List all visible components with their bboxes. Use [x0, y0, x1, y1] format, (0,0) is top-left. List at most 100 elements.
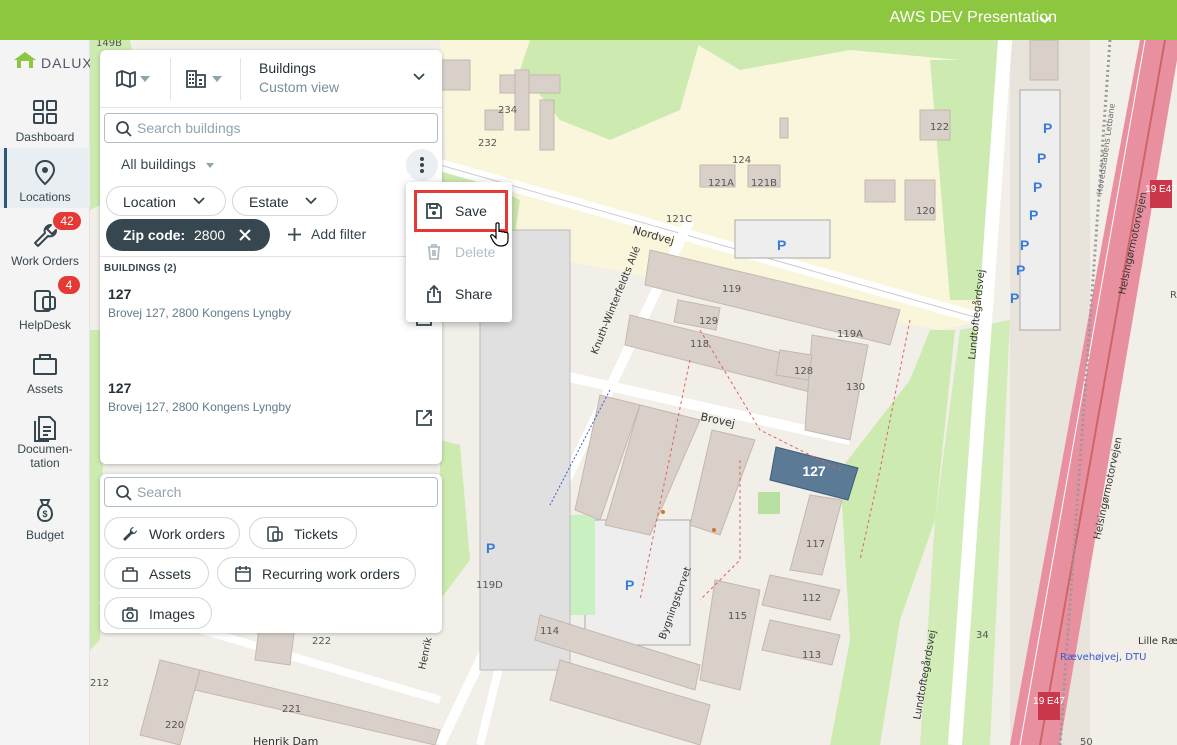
assets-button[interactable]: Assets: [104, 557, 209, 589]
caret-down-icon: [140, 76, 150, 82]
trash-icon: [428, 244, 440, 260]
svg-text:122: 122: [930, 122, 949, 133]
recurring-work-orders-label: Recurring work orders: [262, 566, 400, 582]
house-logo-icon: [14, 52, 36, 68]
map-icon: [116, 70, 136, 88]
nav-item-assets[interactable]: Assets: [0, 340, 90, 400]
svg-text:119D: 119D: [476, 580, 503, 591]
nav-label-documentation: Documen-tation: [17, 442, 73, 470]
map-view-toggle[interactable]: [110, 50, 160, 108]
side-navigation: DALUX Dashboard Locations 42 Work Orders…: [0, 40, 92, 745]
images-label: Images: [149, 606, 195, 622]
location-filter-chip[interactable]: Location: [106, 186, 226, 216]
nav-item-budget[interactable]: $ Budget: [0, 486, 90, 546]
svg-text:P: P: [486, 540, 495, 556]
svg-text:114: 114: [540, 626, 559, 637]
building-title: 127: [108, 380, 132, 396]
nav-label-locations: Locations: [19, 190, 71, 204]
work-orders-button[interactable]: Work orders: [104, 517, 240, 549]
svg-text:34: 34: [976, 630, 989, 641]
svg-text:117: 117: [806, 539, 825, 550]
tickets-label: Tickets: [294, 526, 338, 542]
svg-text:50: 50: [1080, 737, 1093, 745]
share-menu-item[interactable]: Share: [406, 274, 512, 314]
view-options-menu: Save Delete Share: [406, 182, 512, 322]
chevron-down-icon: [413, 73, 425, 81]
nav-item-documentation[interactable]: Documen-tation: [0, 404, 90, 476]
assets-icon: [33, 354, 57, 375]
caret-down-icon: [212, 76, 222, 82]
road-shield-label-1: 19 E47: [1145, 184, 1177, 195]
selected-building-label[interactable]: 127: [802, 463, 826, 479]
more-options-button[interactable]: [406, 149, 438, 181]
svg-text:P: P: [1037, 150, 1046, 166]
tickets-icon: [267, 526, 283, 542]
svg-text:119A: 119A: [837, 329, 863, 340]
list-item[interactable]: 127 Brovej 127, 2800 Kongens Lyngby: [100, 380, 442, 474]
images-button[interactable]: Images: [104, 597, 212, 629]
svg-text:221: 221: [282, 704, 301, 715]
organization-name[interactable]: AWS DEV Presentation: [890, 9, 1057, 27]
zip-code-filter-value: 2800: [194, 227, 226, 243]
chevron-down-icon[interactable]: [1037, 12, 1053, 28]
top-bar: AWS DEV Presentation: [0, 0, 1177, 40]
estate-filter-chip[interactable]: Estate: [232, 186, 338, 216]
helpdesk-badge: 4: [58, 276, 80, 294]
zip-code-filter-name: Zip code:: [123, 227, 186, 243]
divider: [240, 58, 241, 100]
svg-text:121A: 121A: [708, 178, 734, 189]
dalux-logo[interactable]: DALUX: [12, 50, 92, 74]
global-search-field[interactable]: [104, 477, 438, 507]
svg-text:P: P: [1020, 237, 1029, 253]
close-icon[interactable]: [238, 228, 252, 242]
map-label-lille: Lille Ræv: [1138, 636, 1177, 647]
nav-item-dashboard[interactable]: Dashboard: [0, 88, 90, 148]
building-icon: [186, 70, 206, 88]
building-address: Brovej 127, 2800 Kongens Lyngby: [108, 400, 292, 414]
recurring-work-orders-button[interactable]: Recurring work orders: [217, 557, 416, 589]
svg-text:119: 119: [722, 284, 741, 295]
caret-down-icon[interactable]: [205, 160, 215, 170]
money-bag-icon: $: [37, 499, 53, 523]
svg-text:128: 128: [794, 366, 813, 377]
svg-text:P: P: [1043, 120, 1052, 136]
svg-text:234: 234: [498, 105, 517, 116]
svg-text:113: 113: [802, 650, 821, 661]
kebab-icon: [420, 157, 424, 173]
wrench-icon: [123, 526, 138, 541]
hand-cursor-icon: [490, 222, 509, 247]
open-external-icon[interactable]: [414, 408, 434, 428]
dashboard-icon: [33, 100, 57, 124]
list-item[interactable]: 127 Brovej 127, 2800 Kongens Lyngby: [100, 286, 442, 380]
divider: [170, 58, 171, 100]
nav-item-helpdesk[interactable]: 4 HelpDesk: [0, 276, 90, 336]
chevron-down-icon: [193, 197, 205, 205]
all-buildings-dropdown[interactable]: All buildings: [121, 156, 196, 172]
nav-label-helpdesk: HelpDesk: [18, 318, 72, 332]
nav-label-assets: Assets: [26, 382, 63, 396]
building-search-input[interactable]: [137, 118, 417, 138]
picnic-icon: [758, 492, 780, 514]
building-title: 127: [108, 286, 132, 302]
location-pin-icon: [34, 159, 56, 186]
share-label: Share: [455, 286, 493, 302]
global-search-input[interactable]: [137, 482, 417, 502]
building-search-field[interactable]: [104, 113, 438, 143]
location-filter-label: Location: [123, 194, 176, 210]
logo-text: DALUX: [41, 55, 93, 71]
svg-text:121C: 121C: [666, 214, 692, 225]
tickets-button[interactable]: Tickets: [249, 517, 357, 549]
zip-code-filter-chip[interactable]: Zip code: 2800: [106, 219, 270, 251]
divider: [100, 256, 442, 257]
svg-text:112: 112: [802, 593, 821, 604]
nav-item-locations[interactable]: Locations: [0, 148, 90, 208]
document-icon: [34, 416, 56, 442]
add-filter-button[interactable]: Add filter: [285, 224, 385, 246]
svg-text:115: 115: [728, 611, 747, 622]
assets-label: Assets: [149, 566, 192, 582]
nav-item-work-orders[interactable]: 42 Work Orders: [0, 212, 90, 272]
svg-text:P: P: [625, 577, 634, 593]
svg-text:220: 220: [165, 720, 184, 731]
add-filter-label: Add filter: [311, 226, 367, 242]
building-view-toggle[interactable]: [182, 50, 232, 108]
